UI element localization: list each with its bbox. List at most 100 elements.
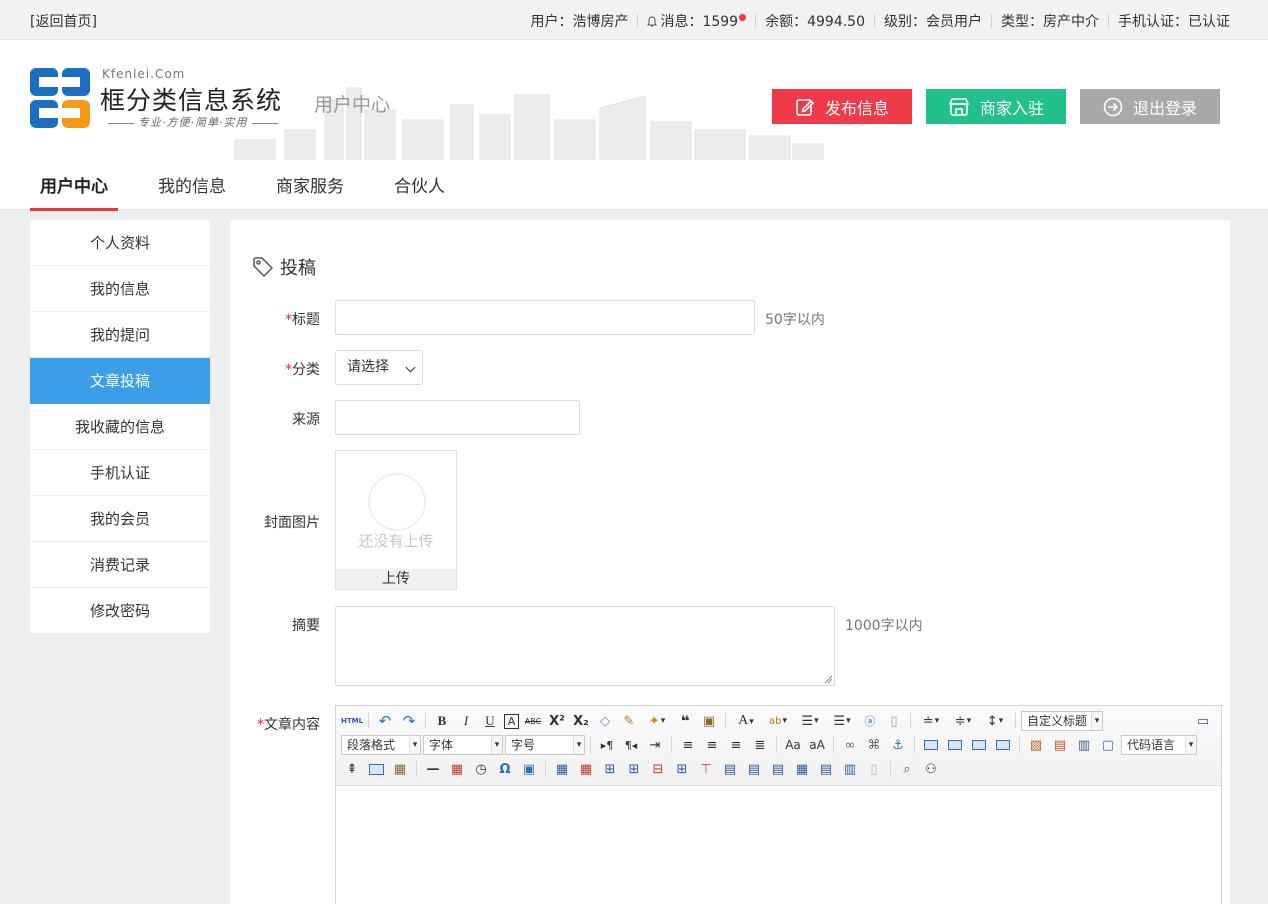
sidebar-item-my-members[interactable]: 我的会员 — [30, 496, 210, 542]
redo-icon[interactable]: ↷ — [399, 711, 419, 731]
merge-cells-icon[interactable]: ▤ — [720, 759, 740, 779]
time-icon[interactable]: ◷ — [471, 759, 491, 779]
ordered-list-icon[interactable]: ☰ — [796, 711, 824, 731]
link-icon[interactable]: ∞ — [840, 735, 860, 755]
publish-button[interactable]: 发布信息 — [772, 89, 912, 124]
word-image-icon[interactable]: ▣ — [519, 759, 539, 779]
align-justify-icon[interactable]: ≣ — [750, 735, 770, 755]
blockquote-icon[interactable]: ❝ — [675, 711, 695, 731]
merge-right-icon[interactable]: ▤ — [744, 759, 764, 779]
sidebar-item-favorites[interactable]: 我收藏的信息 — [30, 404, 210, 450]
attachment-icon[interactable]: ▢ — [1098, 735, 1118, 755]
font-border-icon[interactable]: A — [504, 713, 519, 729]
superscript-icon[interactable]: X² — [547, 711, 567, 731]
sidebar-item-phone-verify[interactable]: 手机认证 — [30, 450, 210, 496]
sidebar-item-change-password[interactable]: 修改密码 — [30, 588, 210, 634]
split-to-cells-icon[interactable]: ▦ — [792, 759, 812, 779]
category-select[interactable]: 请选择 — [335, 350, 423, 385]
strikethrough-icon[interactable]: ABC — [523, 711, 543, 731]
sidebar-item-profile[interactable]: 个人资料 — [30, 220, 210, 266]
image-center-icon[interactable] — [993, 735, 1013, 755]
nav-tab-partner[interactable]: 合伙人 — [384, 168, 455, 211]
sidebar-item-spending[interactable]: 消费记录 — [30, 542, 210, 588]
image-left-icon[interactable] — [945, 735, 965, 755]
anchor-icon[interactable]: ⚓ — [888, 735, 908, 755]
nav-tab-user-center[interactable]: 用户中心 — [30, 168, 118, 211]
insert-row-icon[interactable]: ⊞ — [624, 759, 644, 779]
summary-textarea[interactable] — [335, 606, 835, 686]
back-home-link[interactable]: [返回首页] — [30, 11, 97, 31]
eraser-icon[interactable]: ◇ — [595, 711, 615, 731]
source-input[interactable] — [335, 400, 580, 435]
insert-image-icon[interactable]: ▨ — [1026, 735, 1046, 755]
horizontal-rule-icon[interactable]: — — [423, 759, 443, 779]
multi-image-icon[interactable]: ▤ — [1050, 735, 1070, 755]
subscript-icon[interactable]: X₂ — [571, 711, 591, 731]
image-none-icon[interactable] — [921, 735, 941, 755]
chart-icon[interactable]: ▯ — [864, 759, 884, 779]
underline-icon[interactable]: U — [480, 711, 500, 731]
sidebar-item-my-info[interactable]: 我的信息 — [30, 266, 210, 312]
undo-icon[interactable]: ↶ — [375, 711, 395, 731]
bold-icon[interactable]: B — [432, 711, 452, 731]
unordered-list-icon[interactable]: ☰ — [828, 711, 856, 731]
font-color-icon[interactable]: A — [732, 711, 760, 731]
special-chars-icon[interactable]: Ω — [495, 759, 515, 779]
code-language-select[interactable]: 代码语言 — [1121, 735, 1197, 755]
video-icon[interactable]: ▥ — [1074, 735, 1094, 755]
font-size-select[interactable]: 字号 — [505, 735, 585, 755]
page-break-icon[interactable]: ⇞ — [342, 759, 362, 779]
insert-column-icon[interactable]: ⊞ — [672, 759, 692, 779]
template-icon[interactable] — [366, 759, 386, 779]
to-uppercase-icon[interactable]: Aa — [783, 735, 803, 755]
indent-icon[interactable]: ⇥ — [645, 735, 665, 755]
format-painter-icon[interactable]: ✎ — [619, 711, 639, 731]
nav-tab-my-info[interactable]: 我的信息 — [148, 168, 236, 211]
paragraph-format-select[interactable]: 段落格式 — [341, 735, 421, 755]
sidebar-item-my-questions[interactable]: 我的提问 — [30, 312, 210, 358]
cover-upload-box[interactable]: 还没有上传 上传 — [335, 450, 457, 590]
preview-icon[interactable]: ⌕ — [897, 759, 917, 779]
image-right-icon[interactable] — [969, 735, 989, 755]
select-all-icon[interactable]: ⓐ — [860, 711, 880, 731]
align-right-icon[interactable]: ≡ — [726, 735, 746, 755]
delete-column-icon[interactable]: ⊤ — [696, 759, 716, 779]
line-height-icon[interactable]: ↕ — [981, 711, 1009, 731]
delete-table-icon[interactable]: ▦ — [576, 759, 596, 779]
font-family-select[interactable]: 字体 — [423, 735, 503, 755]
merge-down-icon[interactable]: ▤ — [768, 759, 788, 779]
delete-row-icon[interactable]: ⊟ — [648, 759, 668, 779]
fullscreen-icon[interactable]: ▭ — [1193, 711, 1213, 731]
italic-icon[interactable]: I — [456, 711, 476, 731]
align-left-icon[interactable]: ≡ — [678, 735, 698, 755]
logout-button[interactable]: 退出登录 — [1080, 89, 1220, 124]
insert-paragraph-before-table-icon[interactable]: ⊞ — [600, 759, 620, 779]
search-replace-icon[interactable]: ⚇ — [921, 759, 941, 779]
insert-table-icon[interactable]: ▦ — [552, 759, 572, 779]
messages-link[interactable]: 消息：1599 — [647, 11, 747, 31]
custom-heading-select[interactable]: 自定义标题 — [1021, 711, 1103, 731]
row-spacing-bottom-icon[interactable]: ≑ — [949, 711, 977, 731]
to-lowercase-icon[interactable]: aA — [807, 735, 827, 755]
clear-doc-icon[interactable]: ▯ — [884, 711, 904, 731]
resize-handle-icon[interactable] — [824, 675, 832, 683]
rtl-icon[interactable]: ¶◂ — [621, 735, 641, 755]
html-source-button[interactable]: HTML — [341, 711, 363, 731]
ltr-icon[interactable]: ▸¶ — [597, 735, 617, 755]
align-center-icon[interactable]: ≡ — [702, 735, 722, 755]
sidebar-item-submit-article[interactable]: 文章投稿 — [30, 358, 210, 404]
split-to-cols-icon[interactable]: ▥ — [840, 759, 860, 779]
auto-format-icon[interactable]: ✦ — [643, 711, 671, 731]
background-icon[interactable]: ▦ — [390, 759, 410, 779]
editor-content-area[interactable] — [336, 786, 1221, 904]
cover-upload-button[interactable]: 上传 — [336, 569, 456, 589]
background-color-icon[interactable]: ab — [764, 711, 792, 731]
paste-plain-icon[interactable]: ▣ — [699, 711, 719, 731]
merchant-join-button[interactable]: 商家入驻 — [926, 89, 1066, 124]
unlink-icon[interactable]: ⌘ — [864, 735, 884, 755]
split-to-rows-icon[interactable]: ▤ — [816, 759, 836, 779]
title-input[interactable] — [335, 300, 755, 335]
date-icon[interactable]: ▦ — [447, 759, 467, 779]
row-spacing-top-icon[interactable]: ≐ — [917, 711, 945, 731]
nav-tab-merchant-service[interactable]: 商家服务 — [266, 168, 354, 211]
